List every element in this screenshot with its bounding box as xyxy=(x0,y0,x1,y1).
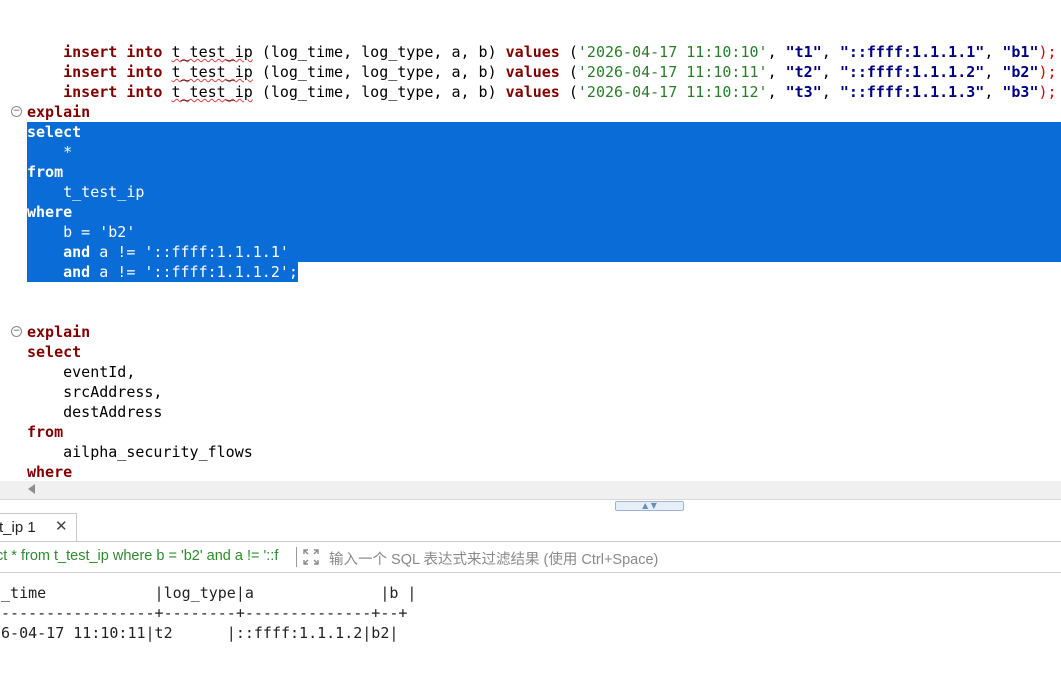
horizontal-scrollbar[interactable] xyxy=(0,481,1061,499)
code-line-cond-a2: and a != '::ffff:1.1.1.2'; xyxy=(63,263,298,281)
expand-icon[interactable] xyxy=(302,548,320,566)
code-line-cond-a1: and a != '::ffff:1.1.1.1' xyxy=(63,243,289,261)
code-line-col-destaddress: destAddress xyxy=(27,403,163,421)
code-line-col-srcaddress: srcAddress, xyxy=(27,383,163,401)
result-tab-bar: t_ip 1 ✕ xyxy=(0,511,1061,542)
results-text-panel: g_time |log_type|a |b | ----------------… xyxy=(0,573,1061,673)
code-line-select: select xyxy=(27,123,82,141)
code-line-explain-2: explain xyxy=(27,323,91,341)
code-line-star: * xyxy=(27,143,73,161)
code-line-explain-1: explain xyxy=(27,103,91,121)
code-line-table-2: ailpha_security_flows xyxy=(27,443,253,461)
code-line-table: t_test_ip xyxy=(27,183,145,201)
tab-result-t-ip-1[interactable]: t_ip 1 ✕ xyxy=(0,513,77,541)
query-text: ct * from t_test_ip where b = 'b2' and a… xyxy=(0,548,279,564)
selection-highlight xyxy=(27,122,1061,262)
fold-toggle-icon[interactable]: − xyxy=(11,326,22,337)
code-line-select-2: select xyxy=(27,343,82,361)
code-line-col-eventid: eventId, xyxy=(27,363,136,381)
splitter-handle-icon[interactable]: ▲ ▼ xyxy=(615,501,684,511)
table-row: 26-04-17 11:10:11|t2 |::ffff:1.1.1.2|b2| xyxy=(0,624,399,642)
results-header: g_time |log_type|a |b | xyxy=(0,584,417,602)
code-line-insert-2: insert into t_test_ip (log_time, log_typ… xyxy=(63,63,1057,81)
code-line-insert-1: insert into t_test_ip (log_time, log_typ… xyxy=(63,43,1057,61)
editor-gutter xyxy=(0,0,24,500)
code-line-from: from xyxy=(27,163,64,181)
close-icon[interactable]: ✕ xyxy=(55,517,68,535)
divider xyxy=(296,547,297,567)
sql-editor[interactable]: insert into t_test_ip (log_time, log_typ… xyxy=(0,0,1061,500)
results-separator: ------------------+--------+------------… xyxy=(0,604,408,622)
fold-toggle-icon[interactable]: − xyxy=(11,106,22,117)
scroll-left-arrow-icon[interactable] xyxy=(28,484,35,494)
code-line-from-2: from xyxy=(27,423,64,441)
code-line-where: where xyxy=(27,203,73,221)
filter-input[interactable]: 输入一个 SQL 表达式来过滤结果 (使用 Ctrl+Space) xyxy=(329,548,658,569)
code-line-insert-3: insert into t_test_ip (log_time, log_typ… xyxy=(63,83,1057,101)
code-line-where-2: where xyxy=(27,463,73,481)
tab-label: t_ip 1 xyxy=(0,519,36,536)
filter-bar: ct * from t_test_ip where b = 'b2' and a… xyxy=(0,542,1061,573)
code-line-cond-b: b = 'b2' xyxy=(27,223,136,241)
